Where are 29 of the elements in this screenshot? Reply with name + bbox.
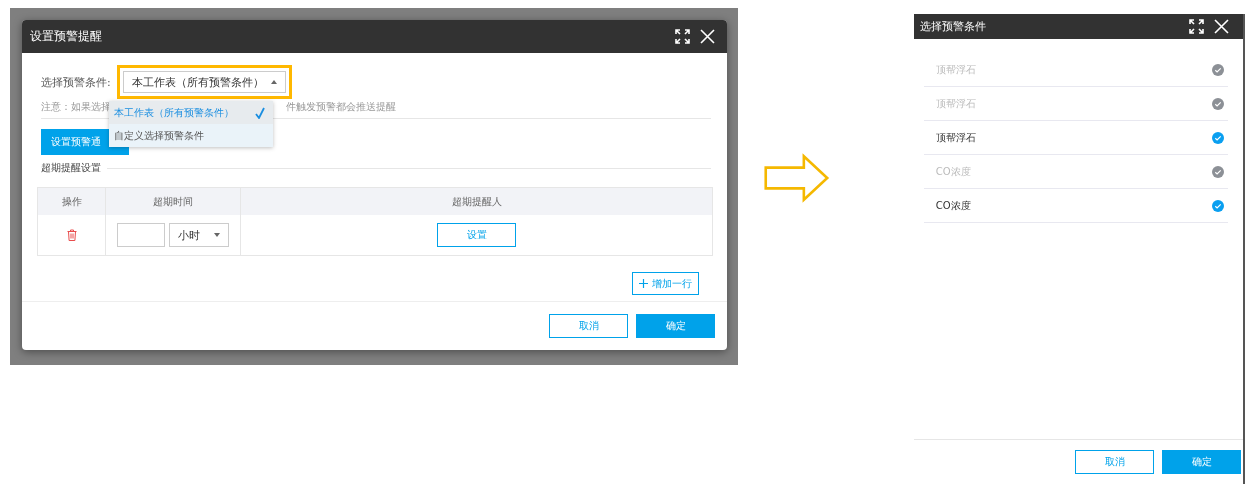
- add-row-button[interactable]: 增加一行: [632, 272, 699, 295]
- cancel-button[interactable]: 取消: [549, 314, 628, 338]
- checkmark-icon: [255, 106, 265, 119]
- time-input[interactable]: [117, 223, 165, 247]
- trash-icon[interactable]: [66, 229, 77, 241]
- confirm-button[interactable]: 确定: [1162, 450, 1241, 474]
- cancel-button[interactable]: 取消: [1075, 450, 1154, 474]
- dialog-title: 设置预警提醒: [30, 28, 103, 45]
- fullscreen-icon[interactable]: [1189, 19, 1204, 34]
- dropdown-option[interactable]: 自定义选择预警条件: [109, 124, 273, 147]
- close-icon[interactable]: [700, 29, 715, 44]
- condition-item[interactable]: 顶帮浮石: [923, 121, 1228, 155]
- fullscreen-icon[interactable]: [675, 29, 690, 44]
- confirm-button[interactable]: 确定: [636, 314, 715, 338]
- condition-select[interactable]: 本工作表（所有预警条件）: [122, 71, 286, 93]
- dropdown-option[interactable]: 本工作表（所有预警条件）: [109, 101, 273, 124]
- column-header: 操作: [38, 188, 106, 215]
- column-header: 超期提醒人: [241, 188, 712, 215]
- field-label: 选择预警条件:: [41, 74, 111, 90]
- plus-icon: [639, 279, 648, 288]
- dialog-title: 选择预警条件: [919, 19, 987, 34]
- unit-select[interactable]: 小时: [169, 223, 229, 247]
- note-text: 件触发预警都会推送提醒: [286, 101, 396, 114]
- column-header: 超期时间: [106, 188, 241, 215]
- condition-item[interactable]: CO浓度: [923, 189, 1228, 223]
- close-icon[interactable]: [1214, 19, 1229, 34]
- assign-button[interactable]: 设置: [437, 223, 516, 247]
- note-text: 注意：如果选择: [41, 101, 111, 114]
- section-title: 超期提醒设置: [41, 161, 101, 175]
